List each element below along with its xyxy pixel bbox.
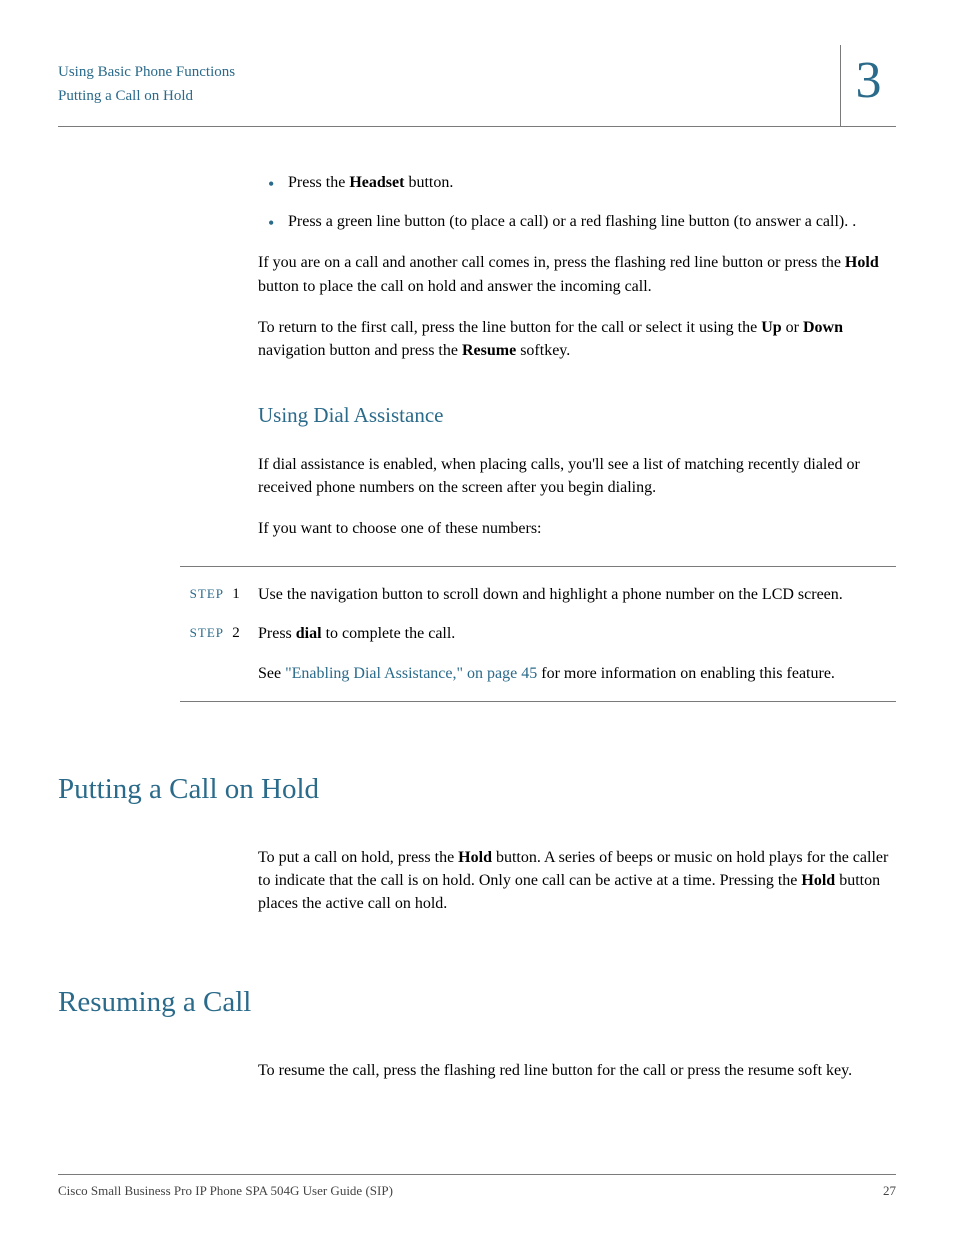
- bullet-item: Press the Headset button.: [258, 171, 896, 194]
- footer-title: Cisco Small Business Pro IP Phone SPA 50…: [58, 1183, 393, 1199]
- step-number: 1: [224, 583, 248, 606]
- page-content: Press the Headset button. Press a green …: [258, 171, 896, 1083]
- step-followup: See "Enabling Dial Assistance," on page …: [258, 662, 896, 685]
- paragraph: To put a call on hold, press the Hold bu…: [258, 846, 896, 916]
- text: or: [782, 319, 803, 336]
- step-rule-bottom: [180, 701, 896, 702]
- header-line-2: Putting a Call on Hold: [58, 84, 235, 108]
- cross-reference-link[interactable]: "Enabling Dial Assistance," on page 45: [285, 665, 537, 682]
- paragraph: If you want to choose one of these numbe…: [258, 517, 896, 540]
- text: To put a call on hold, press the: [258, 849, 458, 866]
- text: navigation button and press the: [258, 342, 462, 359]
- bullet-item: Press a green line button (to place a ca…: [258, 210, 896, 233]
- bold-text: dial: [296, 625, 322, 642]
- document-page: Using Basic Phone Functions Putting a Ca…: [0, 0, 954, 1235]
- text: button to place the call on hold and ans…: [258, 278, 652, 295]
- header-rule: [58, 126, 840, 127]
- step-row: STEP 2 Press dial to complete the call.: [180, 622, 896, 645]
- section-heading: Putting a Call on Hold: [58, 768, 896, 810]
- text: button.: [404, 174, 453, 191]
- bold-text: Headset: [349, 174, 404, 191]
- text: softkey.: [516, 342, 570, 359]
- step-label: STEP: [180, 583, 224, 604]
- page-number: 27: [883, 1183, 896, 1199]
- step-row: STEP 1 Use the navigation button to scro…: [180, 583, 896, 606]
- footer-row: Cisco Small Business Pro IP Phone SPA 50…: [58, 1183, 896, 1199]
- bold-text: Up: [761, 319, 781, 336]
- header-line-1: Using Basic Phone Functions: [58, 60, 235, 84]
- bold-text: Hold: [845, 254, 879, 271]
- bullet-list: Press the Headset button. Press a green …: [258, 171, 896, 233]
- step-block: STEP 1 Use the navigation button to scro…: [180, 566, 896, 702]
- subsection-heading: Using Dial Assistance: [258, 400, 896, 430]
- section-heading: Resuming a Call: [58, 981, 896, 1023]
- chapter-number-box: 3: [840, 45, 896, 127]
- paragraph: To return to the first call, press the l…: [258, 316, 896, 362]
- step-text: Use the navigation button to scroll down…: [248, 583, 896, 606]
- chapter-number: 3: [841, 45, 896, 117]
- paragraph: If dial assistance is enabled, when plac…: [258, 453, 896, 499]
- section-putting-call-on-hold: Putting a Call on Hold To put a call on …: [58, 768, 896, 916]
- bold-text: Resume: [462, 342, 516, 359]
- step-number: 2: [224, 622, 248, 645]
- bold-text: Down: [803, 319, 843, 336]
- text: Press the: [288, 174, 349, 191]
- text: If you are on a call and another call co…: [258, 254, 845, 271]
- text: Press a green line button (to place a ca…: [288, 213, 856, 230]
- text: to complete the call.: [322, 625, 456, 642]
- paragraph: To resume the call, press the flashing r…: [258, 1059, 896, 1082]
- step-rule-top: [180, 566, 896, 567]
- page-footer: Cisco Small Business Pro IP Phone SPA 50…: [58, 1174, 896, 1199]
- text: Press: [258, 625, 296, 642]
- text: for more information on enabling this fe…: [537, 665, 835, 682]
- text: See: [258, 665, 285, 682]
- page-header: Using Basic Phone Functions Putting a Ca…: [58, 55, 896, 127]
- paragraph: If you are on a call and another call co…: [258, 251, 896, 297]
- text: To return to the first call, press the l…: [258, 319, 761, 336]
- bold-text: Hold: [801, 872, 835, 889]
- header-breadcrumb: Using Basic Phone Functions Putting a Ca…: [58, 60, 235, 108]
- step-label: STEP: [180, 622, 224, 643]
- section-resuming-call: Resuming a Call To resume the call, pres…: [58, 981, 896, 1082]
- step-text: Press dial to complete the call.: [248, 622, 896, 645]
- footer-rule: [58, 1174, 896, 1175]
- bold-text: Hold: [458, 849, 492, 866]
